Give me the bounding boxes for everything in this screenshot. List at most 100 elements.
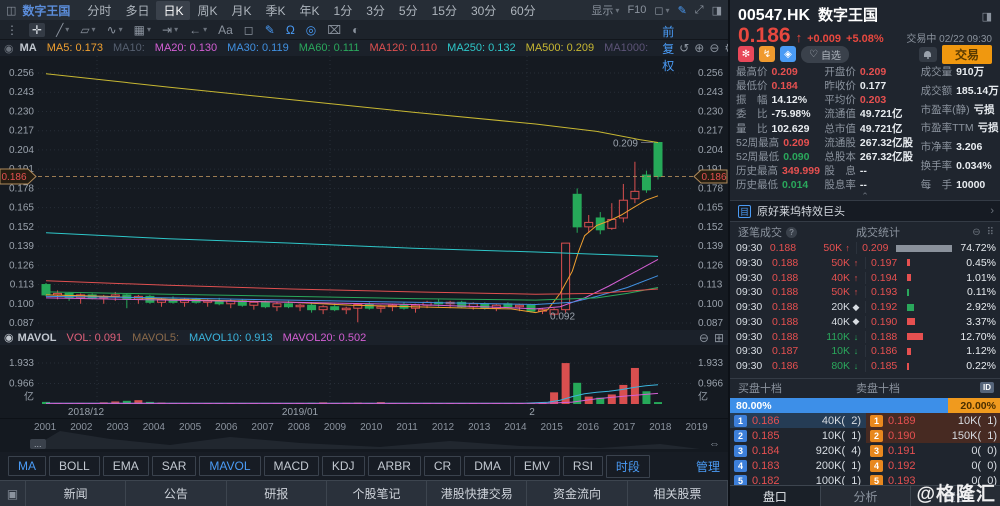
period-tab-季K[interactable]: 季K: [259, 1, 293, 20]
indicator-tab-EMA[interactable]: EMA: [103, 456, 149, 476]
period-tab-30分[interactable]: 30分: [464, 1, 503, 20]
period-tab-3分[interactable]: 3分: [359, 1, 392, 20]
polygon-tool-icon[interactable]: ▱▾: [80, 23, 95, 37]
grid-view-icon[interactable]: ⠿: [987, 227, 994, 238]
trash-icon[interactable]: ⌧: [327, 23, 341, 37]
indicator-tab-时段[interactable]: 时段: [606, 455, 650, 478]
period-tab-分时[interactable]: 分时: [80, 1, 118, 20]
timeline-year-2008[interactable]: 2008: [288, 422, 310, 433]
undo-icon[interactable]: ↺: [679, 41, 689, 55]
timeline-year-2018[interactable]: 2018: [649, 422, 671, 433]
period-tab-5分[interactable]: 5分: [392, 1, 425, 20]
nav-tab-相关股票[interactable]: 相关股票: [628, 481, 728, 506]
indicator-tab-MAVOL[interactable]: MAVOL: [199, 456, 260, 476]
bid-level-1[interactable]: 10.18640K( 2): [730, 413, 866, 428]
timeline-year-2004[interactable]: 2004: [143, 422, 165, 433]
timeline-year-2002[interactable]: 2002: [70, 422, 92, 433]
alert-bell-button[interactable]: [919, 47, 937, 62]
timeline-year-2001[interactable]: 2001: [34, 422, 56, 433]
timeline-navigator[interactable]: 2001200220032004200520062007200820092010…: [0, 418, 728, 452]
period-tab-60分[interactable]: 60分: [503, 1, 542, 20]
trend-line-icon[interactable]: ╱▾: [56, 23, 69, 37]
timeline-year-2007[interactable]: 2007: [251, 422, 273, 433]
crosshair-move-icon[interactable]: ✛: [29, 23, 45, 37]
info-collapse-chevron[interactable]: ⌃: [730, 192, 1000, 200]
indicator-tab-BOLL[interactable]: BOLL: [49, 456, 100, 476]
manage-indicators-button[interactable]: 管理: [696, 458, 720, 475]
timeline-year-2006[interactable]: 2006: [215, 422, 237, 433]
target-icon[interactable]: ◎: [306, 23, 316, 37]
timeline-year-2019[interactable]: 2019: [685, 422, 707, 433]
add-favorite-button[interactable]: ♡自选: [801, 46, 849, 63]
indicator-tab-MACD[interactable]: MACD: [264, 456, 319, 476]
display-dropdown[interactable]: 显示▾: [591, 2, 619, 18]
indicator-tab-KDJ[interactable]: KDJ: [322, 456, 365, 476]
draw-pen-icon[interactable]: ✎: [678, 4, 687, 17]
kline-chart[interactable]: 0.2560.2560.2430.2430.2300.2300.2170.217…: [0, 40, 728, 418]
zoom-in-icon[interactable]: ⊕: [694, 41, 704, 55]
bid-level-4[interactable]: 40.183200K( 1): [730, 458, 866, 473]
ask-level-2[interactable]: 20.190150K( 1): [866, 428, 1000, 443]
ask-level-4[interactable]: 40.1920( 0): [866, 458, 1000, 473]
collapse-icon[interactable]: ◉: [4, 331, 14, 344]
ask-level-3[interactable]: 30.1910( 0): [866, 443, 1000, 458]
timeline-year-2013[interactable]: 2013: [468, 422, 490, 433]
nav-tab-港股快捷交易[interactable]: 港股快捷交易: [427, 481, 527, 506]
text-tool-icon[interactable]: Aa: [218, 23, 233, 37]
timeline-year-2010[interactable]: 2010: [360, 422, 382, 433]
timeline-year-2015[interactable]: 2015: [541, 422, 563, 433]
indicator-tab-SAR[interactable]: SAR: [152, 456, 197, 476]
minus-circle-icon[interactable]: ⊖: [972, 227, 980, 238]
window-split-icon[interactable]: ◫: [6, 4, 16, 17]
indicator-tab-ARBR[interactable]: ARBR: [368, 456, 421, 476]
period-tab-月K[interactable]: 月K: [224, 1, 258, 20]
timeline-year-2014[interactable]: 2014: [504, 422, 526, 433]
ask-level-1[interactable]: 10.18910K( 1): [866, 413, 1000, 428]
indicator-tab-RSI[interactable]: RSI: [563, 456, 603, 476]
bid-level-3[interactable]: 30.184920K( 4): [730, 443, 866, 458]
grip-icon[interactable]: ⋮: [6, 23, 18, 37]
zoom-out-icon[interactable]: ⊖: [709, 41, 719, 55]
minimize-icon[interactable]: ⊖: [699, 331, 709, 345]
period-tab-1分[interactable]: 1分: [327, 1, 360, 20]
pencil-icon[interactable]: ✎: [265, 23, 275, 37]
nav-window-icon[interactable]: ▣: [0, 481, 26, 506]
broker-id-toggle[interactable]: ID: [980, 382, 994, 393]
timeline-year-2017[interactable]: 2017: [613, 422, 635, 433]
bid-level-5[interactable]: 50.182100K( 1): [730, 473, 866, 485]
document-icon[interactable]: ◨: [982, 10, 992, 23]
hline-tool-icon[interactable]: ⇥▾: [162, 23, 178, 37]
timeline-more-button[interactable]: ...: [30, 439, 46, 449]
arrow-tool-icon[interactable]: ←▾: [189, 23, 207, 37]
gann-tool-icon[interactable]: ▦▾: [134, 23, 151, 37]
timeline-year-2016[interactable]: 2016: [577, 422, 599, 433]
nav-tab-资金流向[interactable]: 资金流向: [527, 481, 627, 506]
panel-toggle-icon[interactable]: ◨: [712, 4, 722, 17]
wave-tool-icon[interactable]: ∿▾: [107, 23, 123, 37]
period-tab-多日[interactable]: 多日: [118, 1, 156, 20]
timeline-year-2012[interactable]: 2012: [432, 422, 454, 433]
magnet-icon[interactable]: Ω: [286, 23, 295, 37]
bid-level-2[interactable]: 20.18510K( 1): [730, 428, 866, 443]
callout-tool-icon[interactable]: ◻: [244, 23, 254, 37]
contrast-icon[interactable]: ◐: [352, 23, 359, 37]
indicator-tab-EMV[interactable]: EMV: [514, 456, 560, 476]
nav-tab-研报[interactable]: 研报: [227, 481, 327, 506]
f10-button[interactable]: F10: [627, 4, 646, 16]
fullscreen-icon[interactable]: ⤢: [695, 4, 704, 17]
indicator-tab-MA[interactable]: MA: [8, 456, 46, 476]
expand-icon[interactable]: ⊞: [714, 331, 724, 345]
period-tab-年K[interactable]: 年K: [293, 1, 327, 20]
period-tab-日K[interactable]: 日K: [156, 1, 190, 20]
nav-tab-个股笔记[interactable]: 个股笔记: [327, 481, 427, 506]
timeline-range-handle[interactable]: ⇔: [709, 438, 720, 450]
nav-tab-新闻[interactable]: 新闻: [26, 481, 126, 506]
timeline-year-2009[interactable]: 2009: [324, 422, 346, 433]
layout-dropdown[interactable]: ◻▾: [654, 4, 669, 17]
timeline-year-2005[interactable]: 2005: [179, 422, 201, 433]
panel-tab-盘口[interactable]: 盘口: [730, 486, 821, 506]
collapse-icon[interactable]: ◉: [4, 42, 14, 55]
help-icon[interactable]: ?: [786, 227, 797, 238]
news-bar[interactable]: 目 原好莱坞特效巨头 ›: [730, 200, 1000, 222]
period-tab-15分[interactable]: 15分: [425, 1, 464, 20]
